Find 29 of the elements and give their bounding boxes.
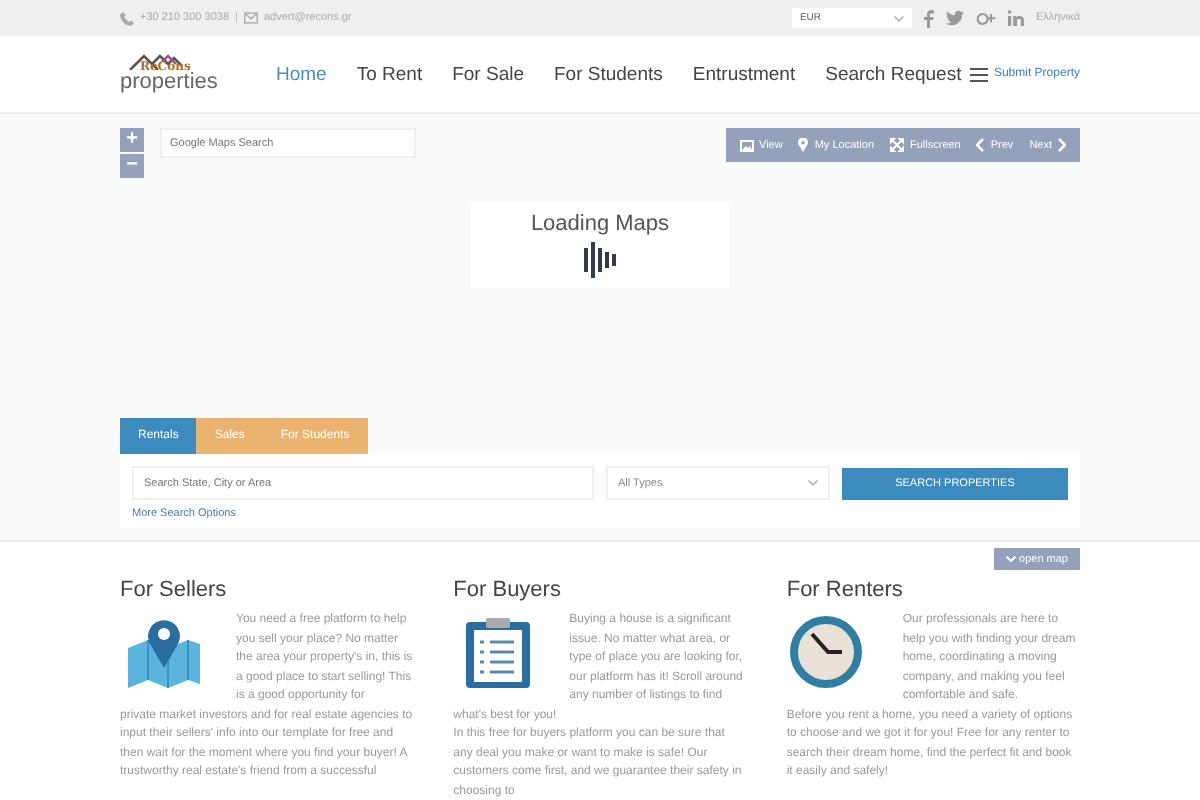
loading-text: Loading Maps bbox=[530, 212, 670, 236]
zoom-out-button[interactable]: − bbox=[120, 154, 144, 178]
facebook-icon[interactable] bbox=[923, 9, 934, 27]
fullscreen-icon bbox=[890, 138, 904, 152]
nav-link[interactable]: Home bbox=[276, 63, 327, 85]
chevron-down-icon bbox=[893, 15, 904, 21]
phone-icon bbox=[120, 11, 134, 25]
section-heading: For Buyers bbox=[453, 578, 563, 602]
chevron-left-icon bbox=[976, 138, 985, 152]
nav-link[interactable]: For Sale bbox=[452, 63, 524, 85]
twitter-icon[interactable] bbox=[945, 10, 964, 26]
mail-icon bbox=[243, 12, 258, 24]
chevron-down-icon bbox=[1005, 556, 1016, 562]
menu-icon bbox=[969, 67, 988, 81]
section-heading: For Sellers bbox=[120, 578, 229, 602]
section-heading: For Renters bbox=[786, 578, 905, 602]
linkedin-icon[interactable] bbox=[1007, 10, 1024, 26]
loading-bars-icon bbox=[584, 242, 616, 278]
chevron-down-icon bbox=[808, 480, 818, 486]
nav-link[interactable]: To Rent bbox=[356, 63, 423, 85]
nav-link[interactable]: For Students bbox=[554, 63, 663, 85]
nav-link[interactable]: Entrustment bbox=[692, 63, 796, 85]
chevron-right-icon bbox=[1058, 138, 1066, 152]
picture-icon bbox=[739, 139, 754, 151]
nav-link[interactable]: Search Request bbox=[825, 63, 962, 85]
google-plus-icon[interactable] bbox=[975, 9, 996, 27]
zoom-in-button[interactable]: + bbox=[120, 128, 144, 152]
map-pin-icon bbox=[124, 616, 204, 688]
map-pin-icon bbox=[798, 138, 809, 152]
